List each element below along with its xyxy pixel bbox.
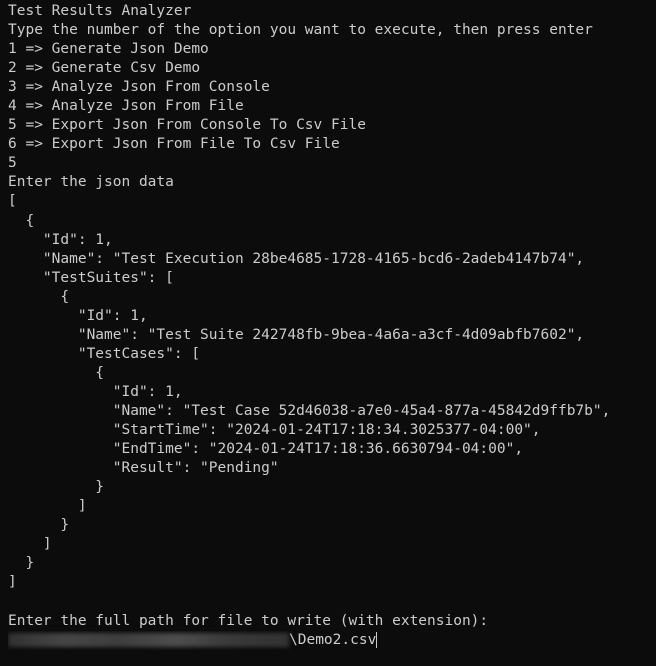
console-line: "Result": "Pending" (8, 460, 279, 477)
console-line: Test Results Analyzer (8, 3, 192, 19)
console-line: 1 => Generate Json Demo (8, 41, 209, 58)
console-line: ] (8, 498, 87, 515)
console-line: "Id": 1, (8, 383, 183, 400)
console-line: "Id": 1, (8, 231, 113, 248)
console-line: "TestCases": [ (8, 345, 201, 362)
console-line: 2 => Generate Csv Demo (8, 60, 201, 77)
path-input-suffix[interactable]: \Demo2.csv (289, 631, 376, 650)
console-line: 5 => Export Json From Console To Csv Fil… (8, 117, 366, 134)
console-line: } (8, 479, 105, 496)
console-line: 5 (8, 155, 17, 172)
path-input-line[interactable]: \Demo2.csv (8, 631, 656, 650)
console-window[interactable]: Test Results Analyzer Type the number of… (0, 0, 656, 666)
console-line: Enter the full path for file to write (w… (8, 612, 489, 629)
console-line: Enter the json data (8, 174, 174, 191)
console-line: "StartTime": "2024-01-24T17:18:34.302537… (8, 422, 541, 439)
text-cursor (376, 632, 378, 649)
console-line: [ (8, 193, 17, 210)
console-line: { (8, 364, 105, 381)
console-line: 3 => Analyze Json From Console (8, 79, 270, 96)
console-line: ] (8, 536, 52, 553)
console-line: "TestSuites": [ (8, 269, 174, 286)
console-line: { (8, 288, 70, 305)
redacted-path-prefix (8, 633, 289, 648)
console-line: 6 => Export Json From File To Csv File (8, 136, 340, 153)
console-line: "Name": "Test Suite 242748fb-9bea-4a6a-a… (8, 326, 585, 343)
console-line: ] (8, 574, 17, 591)
console-line: "EndTime": "2024-01-24T17:18:36.6630794-… (8, 441, 524, 458)
console-line: } (8, 555, 35, 572)
console-line: "Name": "Test Case 52d46038-a7e0-45a4-87… (8, 402, 611, 419)
console-line: Type the number of the option you want t… (8, 22, 593, 39)
console-line: { (8, 212, 35, 229)
console-line: "Id": 1, (8, 307, 148, 324)
console-line: "Name": "Test Execution 28be4685-1728-41… (8, 250, 585, 267)
console-line: } (8, 517, 70, 534)
console-line: 4 => Analyze Json From File (8, 98, 244, 115)
